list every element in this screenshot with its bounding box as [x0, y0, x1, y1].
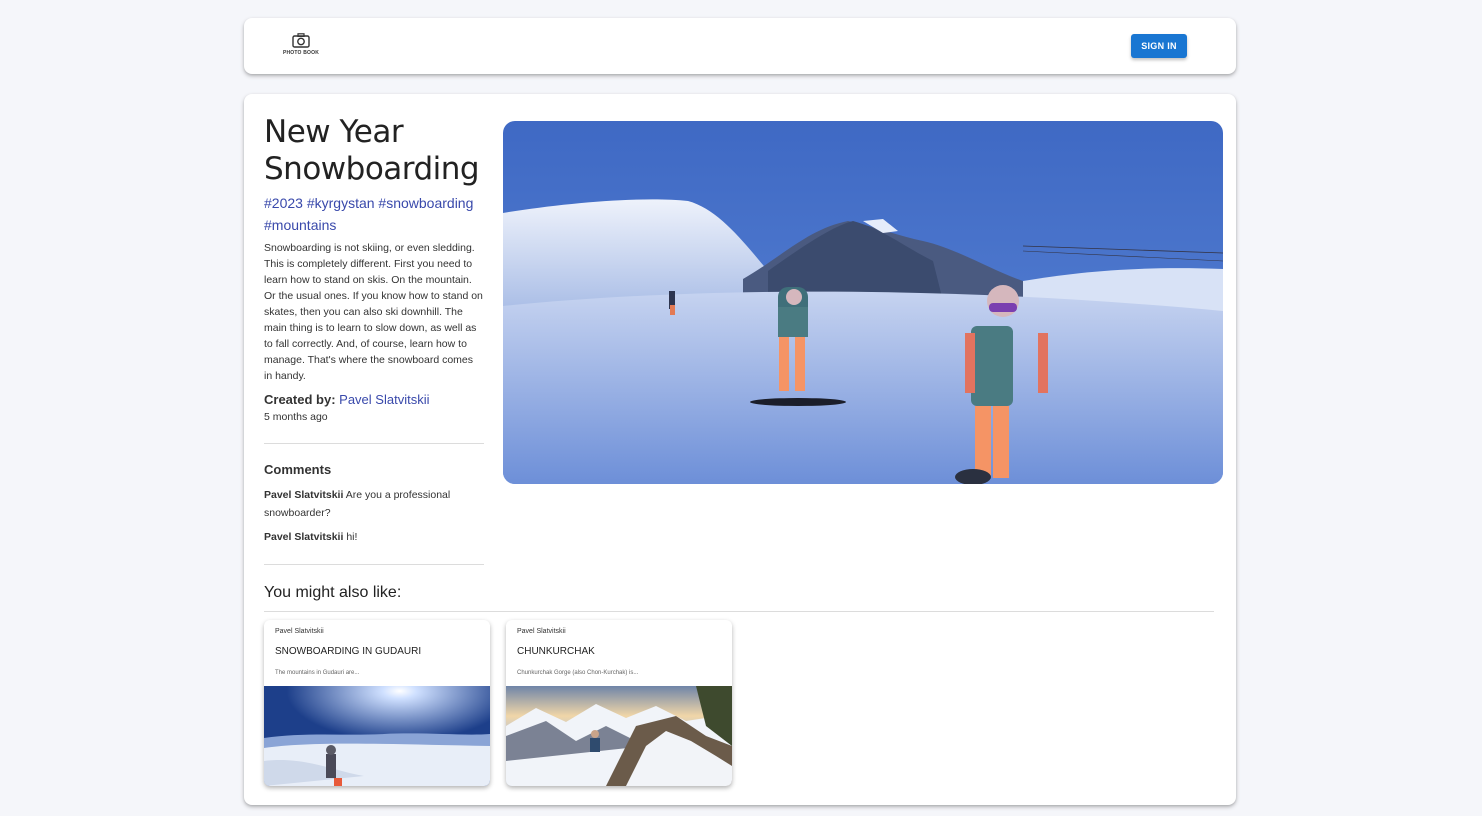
tag-link[interactable]: #snowboarding [378, 195, 473, 211]
card-photo [264, 686, 490, 786]
divider [264, 443, 484, 444]
card-title: CHUNKURCHAK [517, 646, 595, 657]
comment-author: Pavel Slatvitskii [264, 531, 344, 543]
card-author: Pavel Slatvitskii [275, 628, 324, 635]
sign-in-button[interactable]: SIGN IN [1131, 34, 1187, 58]
post-detail-card: New Year Snowboarding #2023 #kyrgystan #… [244, 94, 1236, 805]
post-time-ago: 5 months ago [264, 411, 328, 423]
top-app-bar: PHOTO BOOK SIGN IN [244, 18, 1236, 74]
comment-item: Pavel Slatvitskii Are you a professional… [264, 486, 484, 522]
suggestion-card[interactable]: Pavel Slatvitskii SNOWBOARDING IN GUDAUR… [264, 620, 490, 786]
card-title: SNOWBOARDING IN GUDAURI [275, 646, 422, 657]
divider [264, 611, 1214, 612]
photo-book-logo[interactable]: PHOTO BOOK [278, 33, 324, 59]
created-by-label: Created by: [264, 392, 336, 407]
card-author: Pavel Slatvitskii [517, 628, 566, 635]
post-photo [503, 121, 1223, 484]
card-photo [506, 686, 732, 786]
tag-link[interactable]: #2023 [264, 195, 303, 211]
creator-link[interactable]: Pavel Slatvitskii [339, 392, 429, 407]
card-description: Chunkurchak Gorge (also Chon-Kurchak) is… [517, 670, 639, 676]
post-tags: #2023 #kyrgystan #snowboarding #mountain… [264, 192, 484, 236]
comment-text: hi! [346, 531, 358, 543]
divider [264, 564, 484, 565]
comments-heading: Comments [264, 462, 332, 477]
logo-text: PHOTO BOOK [282, 50, 320, 56]
suggestion-card[interactable]: Pavel Slatvitskii CHUNKURCHAK Chunkurcha… [506, 620, 732, 786]
post-title: New Year Snowboarding [264, 114, 480, 187]
post-description: Snowboarding is not skiing, or even sled… [264, 242, 483, 382]
tag-link[interactable]: #mountains [264, 217, 336, 233]
comment-author: Pavel Slatvitskii [264, 489, 344, 501]
post-info-column: New Year Snowboarding #2023 #kyrgystan #… [264, 114, 484, 565]
suggestions-heading: You might also like: [264, 584, 402, 601]
comment-item: Pavel Slatvitskii hi! [264, 528, 484, 546]
camera-icon [292, 33, 310, 48]
card-description: The mountains in Gudauri are... [275, 670, 360, 676]
tag-link[interactable]: #kyrgystan [307, 195, 375, 211]
created-by-line: Created by: Pavel Slatvitskii [264, 391, 484, 409]
